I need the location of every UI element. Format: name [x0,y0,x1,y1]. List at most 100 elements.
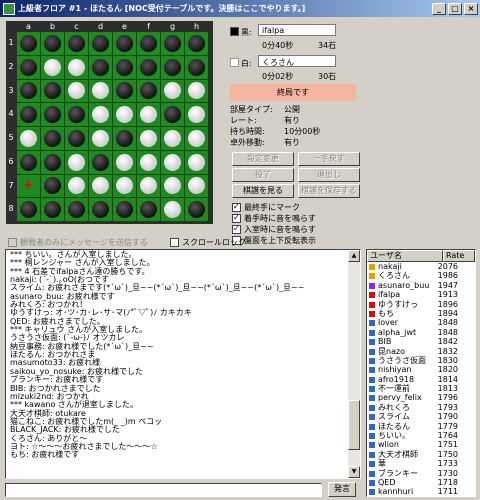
user-row[interactable]: もち 1894 [367,309,475,318]
board-cell[interactable] [17,79,41,104]
board-cell[interactable] [113,55,137,80]
board-cell[interactable] [41,103,65,127]
board-cell[interactable] [137,32,161,56]
board-cell[interactable] [17,127,41,151]
board-cell[interactable] [89,127,113,151]
checkbox-mark-last[interactable] [232,202,241,212]
board-cell[interactable] [137,174,161,199]
board-cell[interactable] [113,150,137,175]
board-cell[interactable] [65,174,89,199]
board-cell[interactable] [41,79,65,104]
board-cell[interactable] [41,32,65,56]
board-cell[interactable] [89,32,113,56]
chat-scrollbar[interactable]: ▲ ▼ [348,250,360,478]
user-row[interactable]: kannhuri 1711 [367,487,475,496]
scroll-thumb[interactable] [348,400,360,450]
checkbox-spectators-only[interactable] [8,238,17,247]
user-row[interactable]: くろさん 1986 [367,271,475,280]
board-cell[interactable] [17,32,41,56]
board-cell[interactable] [89,103,113,127]
board-cell[interactable] [161,198,185,222]
minimize-button[interactable]: _ [432,2,446,15]
board-cell[interactable] [17,103,41,127]
user-row[interactable]: asunaro_buu 1947 [367,281,475,290]
header-rate[interactable]: Rate [443,250,475,262]
board-cell[interactable] [161,174,185,199]
review-record-button[interactable]: 棋譜を見る [232,184,294,198]
user-row[interactable]: 大天才棋師 1750 [367,450,475,459]
board-cell[interactable] [65,150,89,175]
board-cell[interactable] [185,127,209,151]
user-row[interactable]: alpha_jwt 1848 [367,328,475,337]
board-cell[interactable] [113,198,137,222]
board-cell[interactable] [65,55,89,80]
user-row[interactable]: afro1918 1814 [367,375,475,384]
user-row[interactable]: QED 1718 [367,478,475,487]
user-list[interactable]: ユーザ名 Rate nakaji 2076 くろさん 1986 asunaro_buu 1… [366,249,476,497]
user-row[interactable]: 昆nazo 1832 [367,347,475,356]
option-sound-enter[interactable]: 入室時に音を鳴らす [232,224,316,235]
send-button[interactable]: 発言 [328,482,356,497]
board-cell[interactable] [137,127,161,151]
board-cell[interactable] [65,127,89,151]
board-cell[interactable] [89,198,113,222]
board-cell[interactable] [113,127,137,151]
board-cell[interactable] [89,55,113,80]
save-record-button[interactable]: 棋譜を保存する [298,184,360,198]
board-cell[interactable] [137,79,161,104]
board-cell[interactable] [41,55,65,80]
user-row[interactable]: wlion 1751 [367,440,475,449]
board-cell[interactable] [137,198,161,222]
chat-input[interactable] [5,483,322,497]
user-row[interactable]: nishiyan 1820 [367,365,475,374]
close-button[interactable]: × [464,2,478,15]
user-row[interactable]: ifalpa 1913 [367,290,475,299]
board-cell[interactable] [161,32,185,56]
board-cell[interactable] [41,198,65,222]
board-cell[interactable] [113,174,137,199]
board-cell[interactable] [89,174,113,199]
leave-button[interactable]: 退出し [298,168,360,182]
board-cell[interactable] [161,79,185,104]
board-cell[interactable] [137,150,161,175]
board-cell[interactable] [17,198,41,222]
resign-button[interactable]: 投了 [232,168,294,182]
user-row[interactable]: みれくろ 1793 [367,403,475,412]
board-cell[interactable] [185,198,209,222]
board-cell[interactable] [41,174,65,199]
board-cell[interactable] [161,55,185,80]
board-cell[interactable] [113,32,137,56]
chat-log[interactable]: *** ちいい。さんが入室しました。 *** 桐レンジャー さんが入室しました。 *… [5,249,361,479]
option-sound-move[interactable]: 着手時に音を鳴らす [232,213,316,224]
board-cell[interactable] [185,150,209,175]
user-row[interactable]: nakaji 2076 [367,262,475,271]
board-cell[interactable] [185,79,209,104]
board-cell[interactable] [185,174,209,199]
othello-board[interactable]: + [17,32,209,222]
user-row[interactable]: 不一運前 1813 [367,384,475,393]
scroll-lock-option[interactable]: スクロールロック [170,237,246,248]
user-row[interactable]: 華 1733 [367,459,475,468]
board-cell[interactable] [113,103,137,127]
board-cell[interactable] [65,198,89,222]
board-cell[interactable] [65,79,89,104]
board-cell[interactable] [137,55,161,80]
option-mark-last[interactable]: 最終手にマーク [232,202,300,213]
user-row[interactable]: ほたるん 1779 [367,422,475,431]
board-cell[interactable] [161,103,185,127]
settings-button[interactable]: 設定変更 [232,152,294,166]
maximize-button[interactable]: □ [448,2,462,15]
board-cell[interactable] [65,103,89,127]
board-cell[interactable] [185,55,209,80]
checkbox-scroll-lock[interactable] [170,238,179,247]
board-cell[interactable] [161,150,185,175]
checkbox-sound-move[interactable] [232,213,241,223]
user-row[interactable]: ちいい。 1764 [367,431,475,440]
board-cell[interactable] [41,127,65,151]
board-cell[interactable] [137,103,161,127]
user-row[interactable]: うさうさ仮面 1830 [367,356,475,365]
board-cell[interactable] [113,79,137,104]
board-cell[interactable]: + [17,174,41,199]
board-cell[interactable] [41,150,65,175]
board-cell[interactable] [185,32,209,56]
